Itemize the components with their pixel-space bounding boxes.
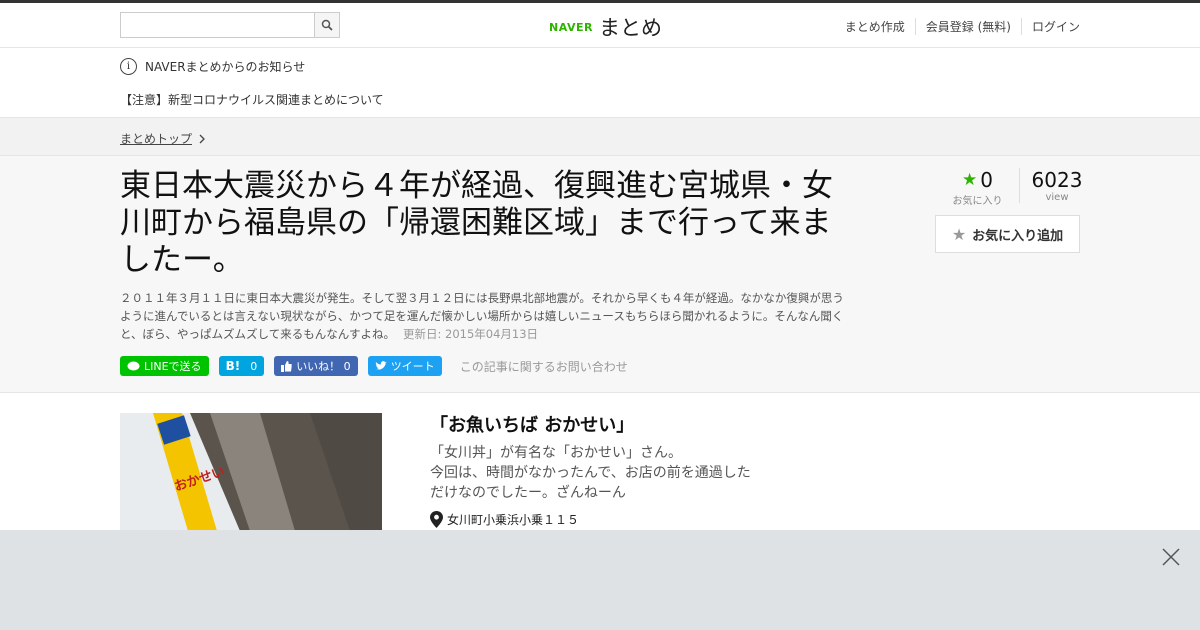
map-pin-icon xyxy=(430,511,443,528)
article-header: 東日本大震災から４年が経過、復興進む宮城県・女川町から福島県の「帰還困難区域」ま… xyxy=(0,156,1200,393)
views-stat: 6023 view xyxy=(1019,168,1094,203)
create-matome-link[interactable]: まとめ作成 xyxy=(835,18,915,35)
share-bar: LINEで送る B! 0 いいね！ 0 ツイート この記事に関するお問い合わせ xyxy=(120,356,628,376)
site-logo[interactable]: NAVER まとめ xyxy=(549,12,662,42)
location-text: 女川町小乗浜小乗１１５ xyxy=(447,513,580,527)
article-title: 東日本大震災から４年が経過、復興進む宮城県・女川町から福島県の「帰還困難区域」ま… xyxy=(120,168,833,278)
hatena-bookmark-button[interactable]: B! 0 xyxy=(218,356,265,376)
twitter-bird-icon xyxy=(374,361,387,370)
favorites-stat: ★ 0 お気に入り xyxy=(935,168,1020,207)
content-item: 「お魚いちば おかせい」 「女川丼」が有名な「おかせい」さん。 今回は、時間がな… xyxy=(430,411,751,528)
item-desc-line: 今回は、時間がなかったんで、お店の前を通過した xyxy=(430,465,751,481)
notice-header: i NAVERまとめからのお知らせ xyxy=(120,58,305,75)
views-label: view xyxy=(1045,192,1069,203)
add-favorite-label: お気に入り追加 xyxy=(972,228,1064,244)
item-description: 「女川丼」が有名な「おかせい」さん。 今回は、時間がなかったんで、お店の前を通過… xyxy=(430,443,751,503)
article-description: ２０１１年３月１１日に東日本大震災が発生。そして翌３月１２日には長野県北部地震が… xyxy=(120,289,850,343)
shop-photo-image: おかせい xyxy=(120,413,382,531)
tweet-button[interactable]: ツイート xyxy=(367,356,442,376)
search-box xyxy=(120,12,340,38)
thumbs-up-icon xyxy=(281,360,292,372)
item-desc-line: だけなのでしたー。ざんねーん xyxy=(430,485,626,501)
close-overlay-button[interactable] xyxy=(1162,548,1180,566)
facebook-like-button[interactable]: いいね！ 0 xyxy=(274,356,358,376)
close-icon xyxy=(1162,548,1180,566)
line-icon xyxy=(127,361,140,370)
info-icon: i xyxy=(120,58,137,75)
line-share-button[interactable]: LINEで送る xyxy=(120,356,209,376)
bottom-ad-overlay xyxy=(0,530,1200,630)
breadcrumb-top-link[interactable]: まとめトップ xyxy=(120,130,192,147)
item-location[interactable]: 女川町小乗浜小乗１１５ xyxy=(430,511,751,528)
breadcrumb: まとめトップ xyxy=(0,118,1200,156)
site-header: NAVER まとめ まとめ作成 会員登録 (無料) ログイン xyxy=(0,3,1200,48)
shop-photo: おかせい xyxy=(120,413,382,531)
search-input[interactable] xyxy=(121,13,314,37)
item-heading: 「お魚いちば おかせい」 xyxy=(430,415,635,436)
favorites-count: 0 xyxy=(980,168,993,192)
register-link[interactable]: 会員登録 (無料) xyxy=(914,18,1021,35)
line-share-label: LINEで送る xyxy=(144,360,202,373)
inquiry-link[interactable]: この記事に関するお問い合わせ xyxy=(460,358,628,375)
logo-name: まとめ xyxy=(598,16,662,40)
logo-brand: NAVER xyxy=(549,20,593,34)
star-outline-icon: ★ xyxy=(951,224,967,244)
login-link[interactable]: ログイン xyxy=(1020,18,1080,35)
item-desc-line: 「女川丼」が有名な「おかせい」さん。 xyxy=(430,445,682,461)
notice-area: i NAVERまとめからのお知らせ 【注意】新型コロナウイルス関連まとめについて xyxy=(0,48,1200,118)
hatena-count: 0 xyxy=(250,359,258,373)
header-nav: まとめ作成 会員登録 (無料) ログイン xyxy=(835,18,1080,35)
views-count: 6023 xyxy=(1031,168,1083,192)
notice-link[interactable]: 【注意】新型コロナウイルス関連まとめについて xyxy=(120,91,384,108)
chevron-right-icon xyxy=(199,134,205,143)
search-button[interactable] xyxy=(314,13,339,37)
hatena-icon: B! xyxy=(225,359,241,373)
add-favorite-button[interactable]: ★ お気に入り追加 xyxy=(935,215,1080,253)
search-icon xyxy=(321,19,333,31)
tweet-label: ツイート xyxy=(390,360,435,373)
notice-title: NAVERまとめからのお知らせ xyxy=(145,60,306,74)
favorites-label: お気に入り xyxy=(952,196,1003,207)
article-content: おかせい 「お魚いちば おかせい」 「女川丼」が有名な「おかせい」さん。 今回は… xyxy=(0,393,1200,531)
facebook-like-label: いいね！ 0 xyxy=(296,360,351,373)
star-icon: ★ xyxy=(962,170,978,190)
updated-date: 更新日: 2015年04月13日 xyxy=(402,327,539,341)
